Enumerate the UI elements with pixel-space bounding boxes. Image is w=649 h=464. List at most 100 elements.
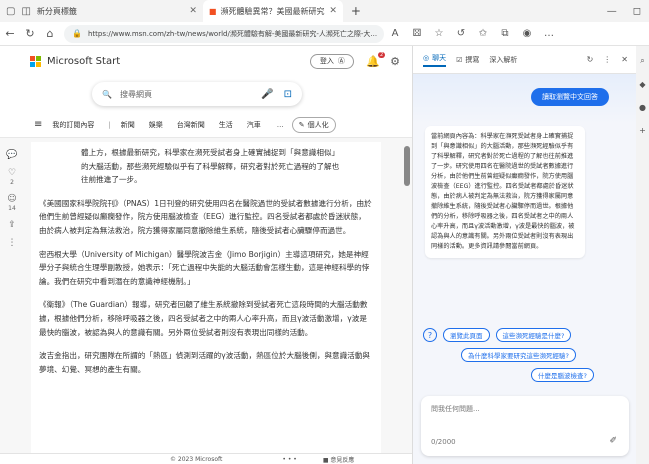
close-icon[interactable]: ✕: [189, 6, 197, 16]
tab-chat[interactable]: ◎ 聊天: [423, 53, 447, 67]
more-options-icon[interactable]: ⋮: [8, 238, 17, 248]
reaction-count: 14: [8, 205, 16, 212]
more-icon[interactable]: ⋮: [603, 55, 611, 64]
brand-title[interactable]: Microsoft Start: [47, 56, 120, 67]
add-icon[interactable]: +: [639, 126, 646, 135]
window-menu-icon[interactable]: ▢: [6, 6, 15, 17]
msn-page: Microsoft Start 登入 Ⓐ 🔔 2 ⚙ 🔍 搜尋網頁 🎤 ⊡ ≡ 我…: [0, 46, 412, 464]
suggestion-chip[interactable]: 這些瀕死經驗是什麼?: [495, 328, 572, 342]
article-paragraph: 密西根大學（University of Michigan）醫學院波吉金（Jimo…: [39, 249, 370, 286]
nav-more-icon[interactable]: …: [277, 121, 284, 129]
personalize-icon: ✎: [298, 120, 305, 129]
personalize-button[interactable]: ✎ 個人化: [291, 116, 336, 133]
suggestion-chip[interactable]: 什麼是腦波檢查?: [531, 368, 594, 382]
help-icon[interactable]: ?: [423, 328, 437, 342]
games-icon[interactable]: ●: [639, 103, 646, 112]
minimize-icon[interactable]: —: [607, 6, 617, 17]
compose-icon: ☑: [456, 55, 463, 64]
search-icon[interactable]: ⌕: [640, 56, 644, 66]
gear-icon[interactable]: ⚙: [390, 55, 400, 68]
tab-insights[interactable]: 深入解析: [489, 55, 517, 65]
page-scrollbar[interactable]: [404, 146, 410, 186]
copyright-text: © 2023 Microsoft: [170, 455, 223, 463]
title-bar: ▢ ◫ 新分頁標籤 ✕ ■ 瀕死體驗異常？美國最新研究 ✕ + — ◻: [0, 0, 649, 22]
copilot-icon[interactable]: ◆: [639, 80, 645, 89]
url-field[interactable]: 🔒 https://www.msn.com/zh-tw/news/world/瀕…: [64, 24, 384, 43]
favorite-star-icon[interactable]: ☆: [428, 28, 450, 39]
refresh-icon[interactable]: ↻: [20, 27, 40, 40]
refresh-page-icon[interactable]: ↺: [450, 28, 472, 39]
share-icon[interactable]: ⇪: [8, 220, 16, 230]
like-count: 2: [10, 179, 14, 186]
chat-icon: ◎: [423, 53, 430, 62]
nav-item-entertainment[interactable]: 娛樂: [149, 120, 163, 130]
nav-item-taiwan-news[interactable]: 台灣新聞: [177, 120, 205, 130]
window-controls: — ◻: [607, 6, 649, 17]
new-tab-button[interactable]: +: [351, 4, 361, 18]
msn-favicon-icon: ■: [208, 6, 217, 16]
tab-article[interactable]: ■ 瀕死體驗異常？美國最新研究 ✕: [202, 0, 343, 22]
article-body: 體上方，根據最新研究，科學家在瀕死受試者身上確實捕捉到「與意識相似」的大腦活動，…: [31, 142, 381, 464]
maximize-icon[interactable]: ◻: [633, 6, 641, 17]
notification-bell-icon[interactable]: 🔔 2: [366, 51, 386, 68]
tab-label: 新分頁標籤: [36, 6, 77, 16]
read-page-answer-button[interactable]: 讀取瀏覽中文回答: [531, 88, 609, 106]
sign-in-label: 登入: [319, 57, 334, 65]
chat-input-placeholder: 問我任何問題...: [431, 405, 480, 413]
personalize-label: 個人化: [307, 120, 329, 129]
search-input[interactable]: 🔍 搜尋網頁 🎤 ⊡: [92, 82, 302, 106]
back-icon[interactable]: ←: [0, 27, 20, 40]
feedback-button[interactable]: ■ 意見反應: [323, 455, 355, 464]
tab-label: 瀕死體驗異常？美國最新研究: [220, 6, 325, 16]
nav-item-subscriptions[interactable]: 我的訂閱內容: [52, 120, 94, 130]
tab-compose[interactable]: ☑ 撰寫: [456, 55, 479, 65]
refresh-icon[interactable]: ↻: [587, 55, 594, 64]
footer-more[interactable]: • • •: [282, 456, 296, 463]
comment-icon[interactable]: 💬: [6, 150, 17, 160]
suggestion-chip[interactable]: 瀏覽此頁面: [443, 328, 490, 342]
article-paragraph: 《美國國家科學院院刊》（PNAS）1日刊登的研究使用四名在醫院過世的受試者數據進…: [39, 198, 372, 235]
home-icon[interactable]: ⌂: [40, 27, 60, 40]
microphone-icon[interactable]: 🎤: [261, 89, 273, 100]
favorites-icon[interactable]: ✩: [472, 28, 494, 39]
suggestion-row: 為什麼科學家要研究這些瀕死經驗?: [461, 348, 576, 362]
nav-item-life[interactable]: 生活: [219, 120, 233, 130]
chat-input[interactable]: 問我任何問題... 0/2000 ✐: [421, 396, 629, 456]
chat-tools: ↻ ⋮ ✕: [587, 55, 628, 64]
chat-panel: ◎ 聊天 ☑ 撰寫 深入解析 ↻ ⋮ ✕ 讀取瀏覽中文回答 當前網頁內容為：科學…: [412, 46, 636, 464]
nav-divider: |: [108, 120, 111, 129]
feedback-label: 意見反應: [330, 456, 355, 464]
workspaces-icon[interactable]: ◫: [21, 6, 30, 17]
char-count: 0/2000: [431, 438, 456, 446]
extensions-icon[interactable]: ⚄: [406, 28, 428, 39]
user-icon: Ⓐ: [337, 57, 345, 65]
hamburger-menu-icon[interactable]: ≡: [34, 119, 42, 130]
nav-item-news[interactable]: 新聞: [121, 120, 135, 130]
more-icon[interactable]: …: [538, 28, 560, 39]
page-footer: © 2023 Microsoft • • • ■ 意見反應: [0, 453, 412, 464]
microsoft-logo-icon[interactable]: [30, 55, 41, 67]
pin-icon[interactable]: ✐: [609, 436, 617, 446]
category-nav: ≡ 我的訂閱內容 | 新聞 娛樂 台灣新聞 生活 汽車 … ✎ 個人化: [0, 112, 412, 138]
search-row: 🔍 搜尋網頁 🎤 ⊡: [0, 76, 412, 112]
nav-item-auto[interactable]: 汽車: [247, 120, 261, 130]
article-paragraph: 《衛報》（The Guardian）報導，研究者回顧了維生系統撤除到受試者死亡這…: [39, 300, 368, 337]
collections-icon[interactable]: ⧉: [494, 28, 516, 39]
read-aloud-icon[interactable]: A: [384, 28, 406, 39]
article-paragraph: 波吉金指出，研究團隊在所謂的「熱區」偵測到活躍的γ波活動，熱區位於大腦後側，與意…: [39, 351, 371, 374]
visual-search-icon[interactable]: ⊡: [284, 89, 292, 100]
url-text: https://www.msn.com/zh-tw/news/world/瀕死體…: [87, 29, 378, 38]
tab-label: 撰寫: [465, 55, 480, 64]
tab-label: 深入解析: [489, 55, 518, 64]
like-icon[interactable]: ♡: [8, 168, 16, 178]
lock-icon[interactable]: 🔒: [72, 29, 82, 38]
close-icon[interactable]: ✕: [329, 6, 337, 16]
notification-badge: 2: [377, 51, 386, 58]
close-icon[interactable]: ✕: [621, 55, 628, 64]
suggestion-chip[interactable]: 為什麼科學家要研究這些瀕死經驗?: [461, 348, 576, 362]
tab-new-tab[interactable]: 新分頁標籤 ✕: [31, 0, 203, 22]
profile-icon[interactable]: ◉: [516, 28, 538, 39]
sign-in-button[interactable]: 登入 Ⓐ: [310, 53, 355, 69]
emoji-icon[interactable]: ☺: [7, 194, 16, 204]
suggestion-row: 什麼是腦波檢查?: [531, 368, 594, 382]
